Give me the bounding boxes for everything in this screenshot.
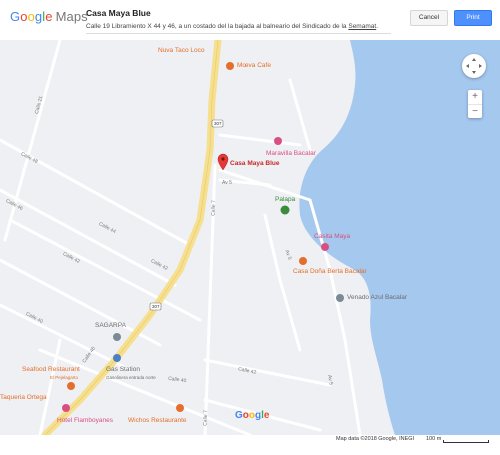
hotel-icon [62, 404, 70, 412]
poi-casa-maya-blue[interactable]: Casa Maya Blue [230, 160, 280, 167]
palapa-icon [280, 205, 290, 215]
road-av5-top [218, 133, 302, 147]
poi-casa-dona-berta[interactable]: Casa Doña Berta Bacalar [293, 268, 367, 275]
seafood-icon [67, 382, 75, 390]
poi-gas-station[interactable]: Gas Station [106, 366, 140, 373]
address-link[interactable]: Semamat [348, 23, 376, 30]
poi-taqueria-ortega[interactable]: Taqueria Ortega [0, 394, 47, 401]
map-attribution: Map data ©2018 Google, INEGI [336, 436, 415, 442]
poi-seafood-restaurant[interactable]: Seafood Restaurant [22, 366, 80, 373]
sagarpa-icon [113, 333, 121, 341]
wichos-icon [176, 404, 184, 412]
place-address: Calle 19 Libramiento X 44 y 46, a un cos… [86, 23, 378, 30]
google-maps-logo: Google Maps [10, 9, 88, 24]
gas-station-icon [113, 354, 121, 362]
road-side-2 [263, 213, 302, 352]
zoom-control: + − [468, 90, 482, 118]
compass-control[interactable] [462, 54, 486, 78]
scale-label: 100 m [426, 436, 442, 442]
poi-mueva-cafe[interactable]: Mœva Cafe [237, 62, 271, 69]
poi-palapa[interactable]: Palapa [275, 196, 295, 203]
map-footer: Map data ©2018 Google, INEGI 100 m [0, 435, 500, 455]
hwy-shield-label-b: 307 [152, 304, 160, 309]
casita-maya-icon [321, 243, 329, 251]
poi-gas-station-sub: Gasolinera entrada norte [106, 375, 156, 380]
poi-nuva-taco-loco[interactable]: Nuva Taco Loco [158, 47, 205, 54]
road-side-4 [288, 78, 312, 152]
google-watermark: Google [235, 410, 270, 421]
street-av5-a: Av 5 [222, 180, 232, 186]
place-title: Casa Maya Blue [86, 8, 151, 18]
zoom-in-button[interactable]: + [468, 90, 482, 105]
casa-dona-berta-icon [299, 257, 307, 265]
street-calle-7: Calle 7 [210, 200, 218, 216]
poi-seafood-sub: El Pejelagarto [50, 375, 79, 380]
zoom-out-button[interactable]: − [468, 105, 482, 119]
poi-maravilla-bacalar[interactable]: Maravilla Bacalar [266, 150, 316, 157]
poi-venado-azul[interactable]: Venado Azul Bacalar [347, 294, 407, 301]
scale-bar [443, 440, 489, 443]
hwy-shield-label-a: 307 [214, 121, 222, 126]
poi-wichos-restaurante[interactable]: Wichos Restaurante [128, 417, 187, 424]
road-calle-42b [203, 358, 332, 387]
street-calle-7b: Calle 7 [202, 410, 210, 426]
print-button[interactable]: Print [454, 10, 492, 26]
header: Google Maps Casa Maya Blue Calle 19 Libra… [0, 0, 500, 40]
poi-hotel-flamboyanes[interactable]: Hotel Flamboyanes [57, 417, 113, 424]
road-calle-21 [3, 40, 62, 242]
map-canvas[interactable]: 307 307 Nuva Taco Loco Mœva Cafe Maravil… [0, 40, 500, 435]
pan-arrows-icon [466, 58, 482, 74]
mueva-cafe-icon [226, 62, 234, 70]
cancel-button[interactable]: Cancel [410, 10, 448, 26]
venado-azul-icon [336, 294, 344, 302]
maravilla-icon [274, 137, 282, 145]
location-pin-icon [217, 153, 229, 171]
poi-casita-maya[interactable]: Casita Maya [314, 233, 350, 240]
poi-sagarpa[interactable]: SAGARPA [95, 322, 126, 329]
road-calle-46 [0, 188, 177, 287]
address-divider [86, 33, 391, 34]
